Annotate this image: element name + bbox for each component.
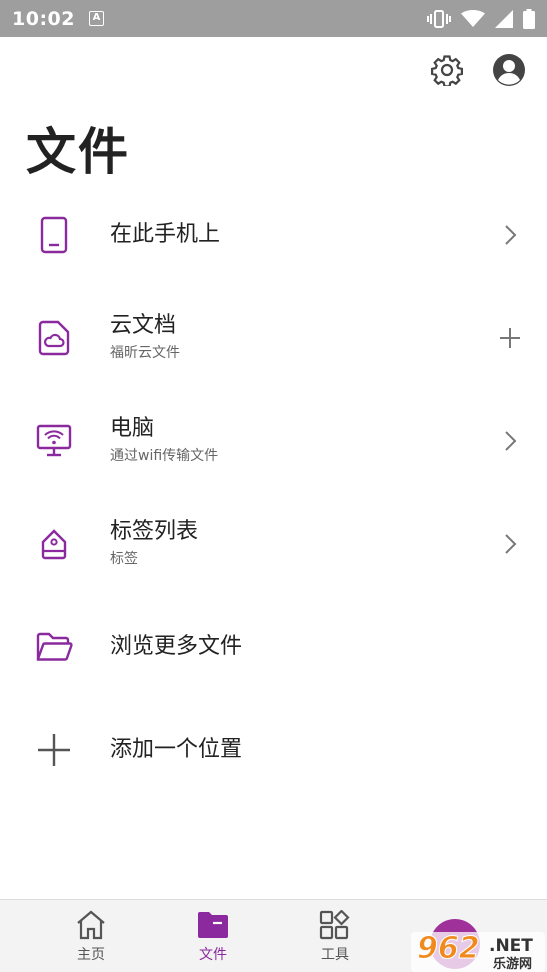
status-time: 10:02 <box>12 7 75 30</box>
location-browse-more[interactable]: 浏览更多文件 <box>0 595 547 698</box>
phone-icon <box>34 215 74 255</box>
location-label: 在此手机上 <box>110 221 221 247</box>
folder-open-icon <box>34 627 74 667</box>
plus-icon <box>34 730 74 770</box>
gear-icon <box>431 55 463 86</box>
chevron-right-icon <box>497 531 523 557</box>
wifi-icon <box>461 9 485 27</box>
location-label: 云文档 <box>110 313 177 338</box>
cloud-document-icon <box>34 318 74 358</box>
locations-list: 在此手机上 云文档 福昕云文件 电脑 通过wifi传输文件 标签列表 标签 浏览… <box>0 183 547 801</box>
top-actions <box>429 52 527 88</box>
plus-icon <box>500 327 520 348</box>
add-cloud-button[interactable] <box>497 325 523 351</box>
folder-icon <box>198 912 228 938</box>
location-subtitle: 福昕云文件 <box>110 345 180 361</box>
location-subtitle: 通过wifi传输文件 <box>110 448 219 464</box>
location-cloud-docs[interactable]: 云文档 福昕云文件 <box>0 286 547 389</box>
location-label: 添加一个位置 <box>110 736 243 762</box>
vibrate-icon <box>427 9 451 28</box>
computer-wifi-icon <box>34 421 74 461</box>
tag-icon <box>34 524 74 564</box>
nav-files[interactable]: 文件 <box>152 900 274 972</box>
location-add-place[interactable]: 添加一个位置 <box>0 698 547 801</box>
tools-grid-icon <box>319 910 350 940</box>
location-label: 电脑 <box>110 416 155 441</box>
nav-label: 文件 <box>199 947 227 963</box>
svg-text:962: 962 <box>417 931 480 966</box>
svg-text:.NET: .NET <box>489 936 533 956</box>
svg-text:乐游网: 乐游网 <box>493 956 532 972</box>
nav-home[interactable]: 主页 <box>30 900 152 972</box>
home-icon <box>77 910 105 940</box>
account-avatar-icon <box>493 54 525 86</box>
nav-tools[interactable]: 工具 <box>274 900 396 972</box>
status-icons <box>427 8 535 29</box>
watermark-logo: 962 .NET 乐游网 <box>411 919 545 972</box>
location-subtitle: 标签 <box>110 551 138 567</box>
chevron-right-icon <box>497 222 523 248</box>
location-computer[interactable]: 电脑 通过wifi传输文件 <box>0 389 547 492</box>
page-title: 文件 <box>26 123 130 181</box>
battery-icon <box>523 8 535 29</box>
nav-label: 主页 <box>77 947 105 963</box>
watermark: 962 .NET 乐游网 <box>407 910 547 972</box>
signal-icon <box>495 9 513 28</box>
settings-button[interactable] <box>429 52 465 88</box>
location-this-phone[interactable]: 在此手机上 <box>0 183 547 286</box>
location-label: 浏览更多文件 <box>110 633 243 659</box>
notification-a-icon: A <box>88 11 104 26</box>
location-tag-list[interactable]: 标签列表 标签 <box>0 492 547 595</box>
nav-label: 工具 <box>321 947 349 963</box>
status-bar: 10:02 A <box>0 0 547 37</box>
chevron-right-icon <box>497 428 523 454</box>
location-label: 标签列表 <box>110 519 199 544</box>
account-button[interactable] <box>491 52 527 88</box>
